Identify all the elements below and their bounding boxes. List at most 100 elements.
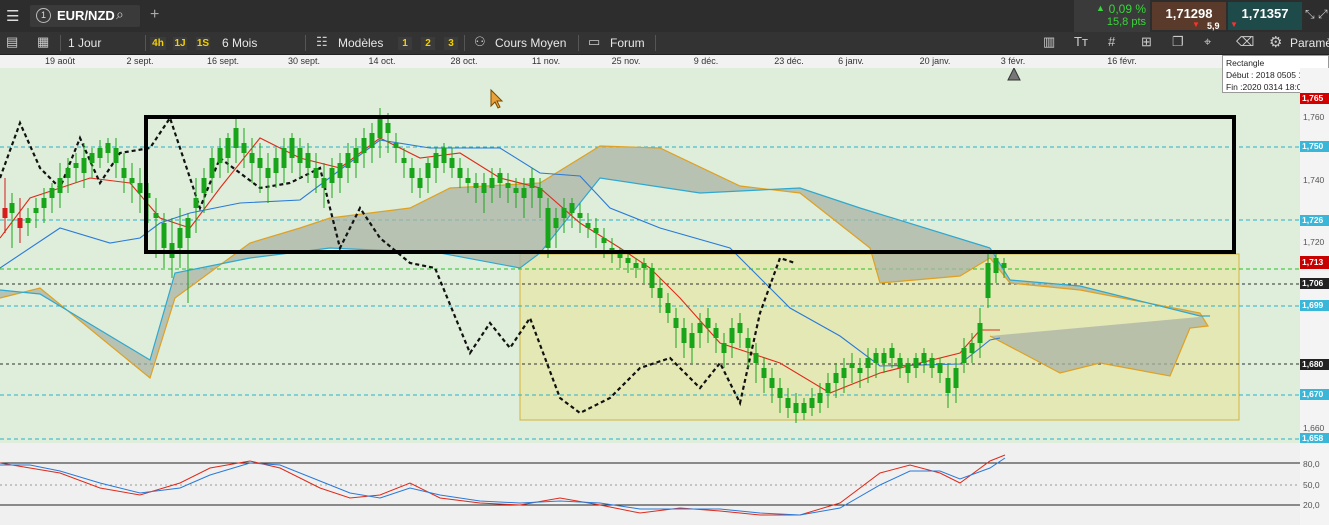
bullish-candle <box>289 138 295 158</box>
event-marker-icon[interactable] <box>1007 68 1021 81</box>
separator <box>145 35 146 51</box>
templates-icon[interactable]: ☷ <box>316 34 328 50</box>
bullish-candle <box>217 148 223 163</box>
bullish-candle <box>785 398 791 408</box>
stochastic-d-line <box>0 457 1006 516</box>
templates-button[interactable]: Modèles <box>338 32 383 54</box>
bullish-candle <box>81 158 87 173</box>
ruler-icon[interactable]: ▥ <box>1043 34 1055 50</box>
bullish-candle <box>209 158 215 178</box>
search-icon[interactable]: ⌕ <box>116 6 124 23</box>
cours-moyen-button[interactable]: Cours Moyen <box>495 32 566 54</box>
price-tag: 1,726 <box>1300 215 1329 226</box>
eraser-icon[interactable]: ⌫ <box>1236 34 1254 50</box>
layout-grid-icon[interactable]: ▦ <box>37 34 49 50</box>
bullish-candle <box>985 263 991 298</box>
bullish-candle <box>545 208 551 248</box>
date-label: 6 janv. <box>838 56 864 66</box>
template-slot-3[interactable]: 3 <box>444 37 458 50</box>
interval-1s[interactable]: 1S <box>196 37 210 50</box>
bullish-candle <box>833 373 839 383</box>
draw-tools-icon[interactable]: ⊞ <box>1141 34 1152 50</box>
bullish-candle <box>257 158 263 168</box>
gear-icon[interactable]: ⚙ <box>1269 33 1282 51</box>
price-tag: 1,765 <box>1300 93 1329 104</box>
bullish-candle <box>593 228 599 233</box>
date-label: 9 déc. <box>693 56 719 66</box>
stochastic-panel[interactable] <box>0 443 1300 525</box>
range-select[interactable]: 6 Mois <box>222 32 257 54</box>
mouse-cursor-icon <box>490 88 504 109</box>
text-size-icon[interactable]: Tт <box>1074 34 1088 49</box>
bullish-candle <box>185 218 191 238</box>
add-tab-button[interactable]: + <box>150 6 159 24</box>
bullish-candle <box>961 348 967 363</box>
bullish-candle <box>809 398 815 408</box>
date-label: 16 sept. <box>206 56 240 66</box>
shrink-icon[interactable]: ⤡ <box>1305 7 1315 22</box>
bullish-candle <box>721 343 727 353</box>
bullish-candle <box>57 178 63 193</box>
chat-icon[interactable]: ▭ <box>588 34 600 50</box>
stochastic-axis-label: 50,0 <box>1303 480 1320 490</box>
bullish-candle <box>497 173 503 183</box>
bullish-candle <box>353 148 359 163</box>
ask-value: 1,71357 <box>1241 6 1289 21</box>
interval-1j[interactable]: 1J <box>173 37 187 50</box>
bullish-candle <box>953 368 959 388</box>
crosshair-grid-icon[interactable]: # <box>1108 34 1115 49</box>
bullish-candle <box>521 188 527 198</box>
people-icon[interactable]: ⚇ <box>474 34 486 50</box>
bullish-candle <box>41 198 47 208</box>
bullish-candle <box>1001 263 1007 268</box>
crosshair-icon[interactable]: ⌖ <box>1204 34 1211 50</box>
bullish-candle <box>481 183 487 193</box>
bullish-candle <box>161 223 167 248</box>
template-slot-1[interactable]: 1 <box>398 37 412 50</box>
bullish-candle <box>433 153 439 168</box>
bullish-candle <box>697 323 703 333</box>
bearish-candle <box>2 208 8 218</box>
separator <box>60 35 61 51</box>
bullish-candle <box>825 383 831 393</box>
forum-button[interactable]: Forum <box>610 32 645 54</box>
price-chart-canvas[interactable] <box>0 68 1300 443</box>
bullish-candle <box>73 163 79 168</box>
bid-value: 1,71298 <box>1165 6 1213 21</box>
ask-price[interactable]: 1,71357 ▼ <box>1228 2 1302 30</box>
bullish-candle <box>489 178 495 188</box>
bullish-candle <box>465 178 471 183</box>
bullish-candle <box>33 208 39 213</box>
bullish-candle <box>265 168 271 178</box>
stochastic-canvas[interactable] <box>0 443 1300 525</box>
bullish-candle <box>913 358 919 368</box>
price-axis-label: 1,740 <box>1303 175 1325 185</box>
copy-icon[interactable]: ❐ <box>1172 34 1184 50</box>
expand-icon[interactable]: ⤢ <box>1318 7 1328 22</box>
menu-icon[interactable]: ☰ <box>6 7 19 25</box>
change-pct: 0,09 % <box>1108 2 1146 16</box>
tab-eurnzd[interactable]: 1 EUR/NZD ⌕ <box>30 5 140 27</box>
up-arrow-icon: ▲ <box>1096 3 1105 13</box>
bullish-candle <box>993 258 999 273</box>
bullish-candle <box>377 118 383 138</box>
bullish-candle <box>665 303 671 313</box>
params-button[interactable]: Paramètres <box>1290 32 1329 54</box>
bullish-candle <box>889 348 895 358</box>
bullish-candle <box>329 168 335 183</box>
bullish-candle <box>105 143 111 153</box>
bearish-candle <box>17 218 23 228</box>
date-label: 14 oct. <box>368 56 396 66</box>
interval-4h[interactable]: 4h <box>150 37 166 50</box>
price-axis[interactable]: 1,760 1,740 1,720 1,660 1,765 1,750 1,72… <box>1300 68 1329 444</box>
bullish-candle <box>881 353 887 363</box>
bullish-candle <box>737 323 743 333</box>
template-slot-2[interactable]: 2 <box>421 37 435 50</box>
date-label: 3 févr. <box>1000 56 1026 66</box>
list-icon[interactable]: ▤ <box>6 34 18 50</box>
separator <box>655 35 656 51</box>
current-price-tag: 1,713 <box>1300 256 1329 269</box>
price-tag: 1,750 <box>1300 141 1329 152</box>
price-chart[interactable] <box>0 68 1300 443</box>
interval-select[interactable]: 1 Jour <box>68 32 101 54</box>
